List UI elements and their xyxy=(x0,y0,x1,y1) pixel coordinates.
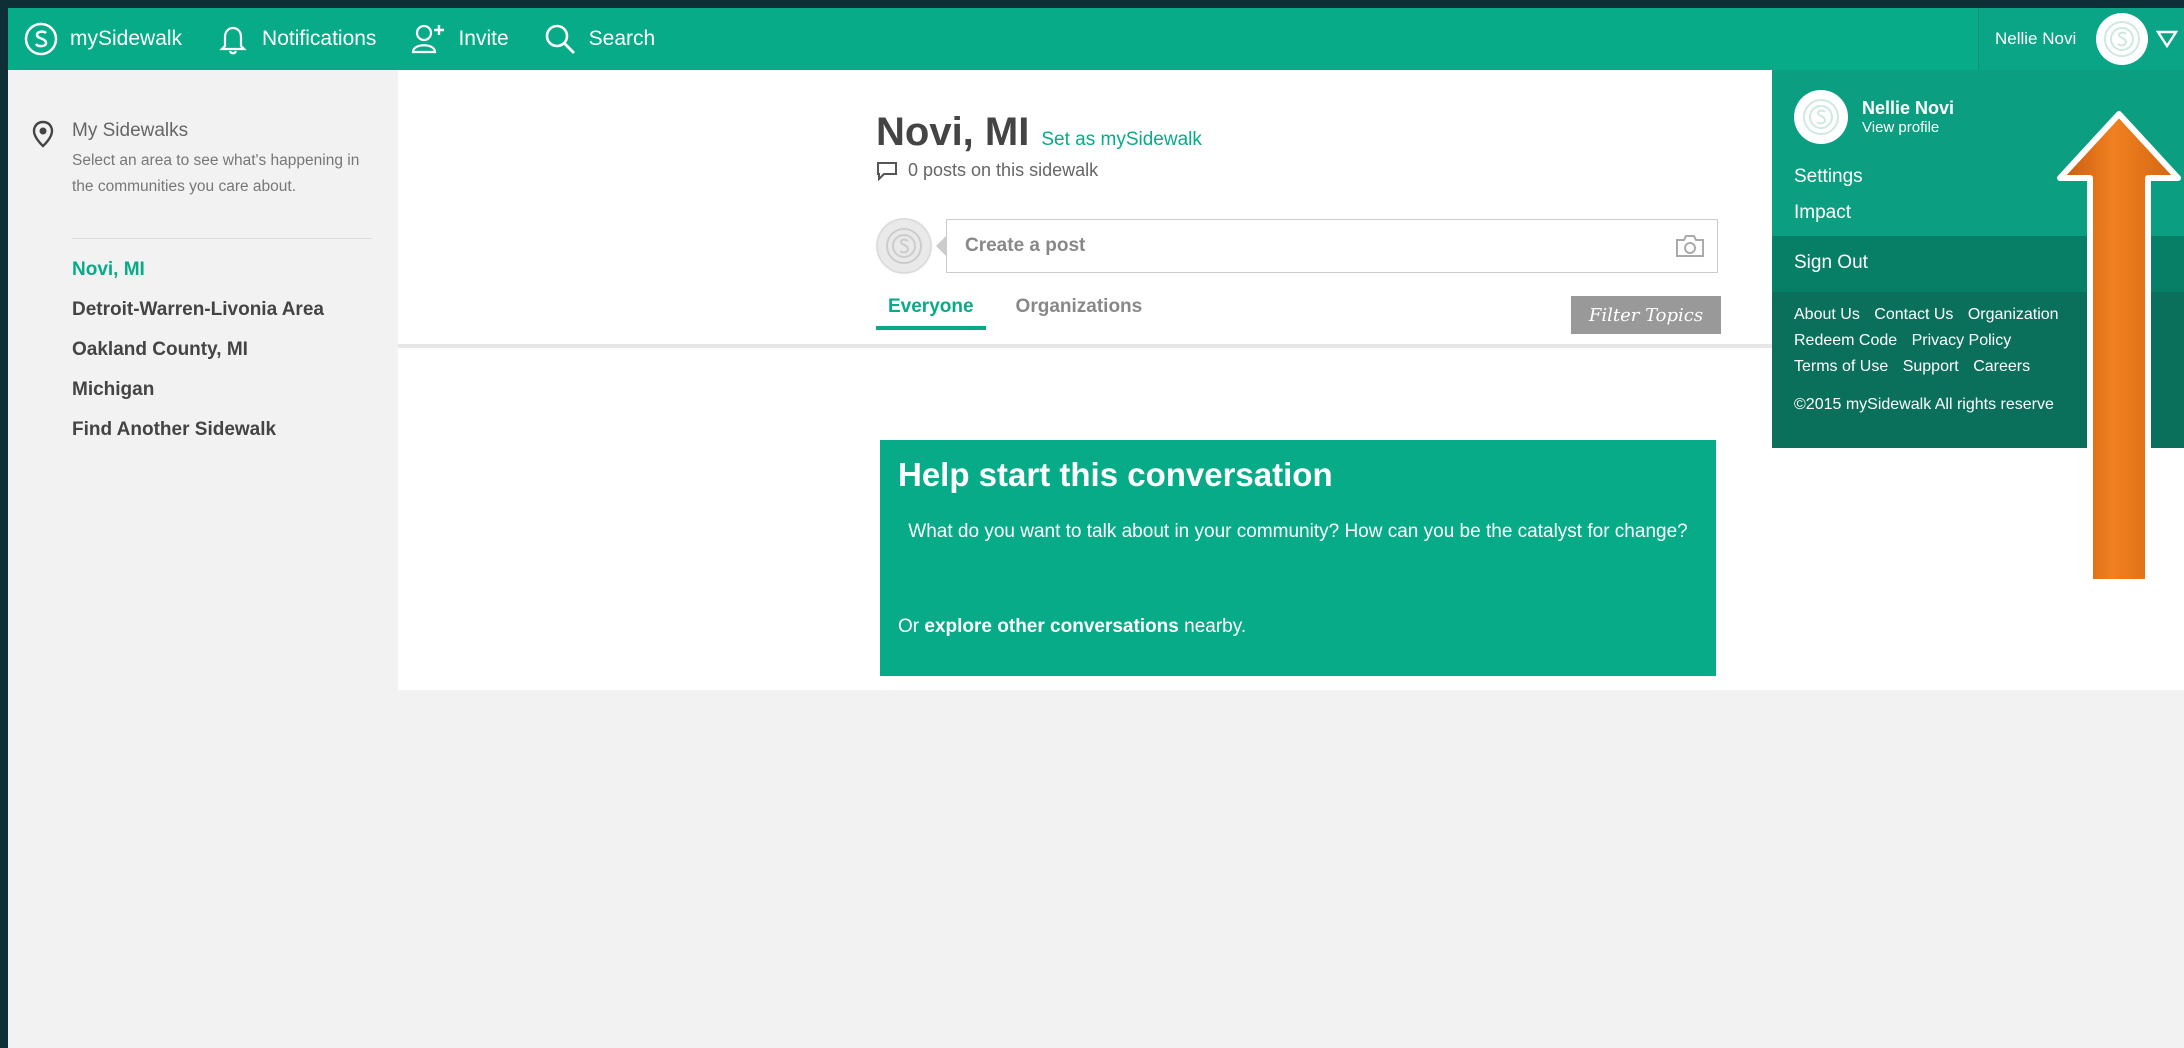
sidebar-item-oakland-county[interactable]: Oakland County, MI xyxy=(72,330,324,370)
filter-topics-button[interactable]: Filter Topics xyxy=(1571,296,1721,334)
search-icon xyxy=(545,24,575,54)
support-link[interactable]: Support xyxy=(1903,358,1959,375)
redeem-code-link[interactable]: Redeem Code xyxy=(1794,332,1897,349)
careers-link[interactable]: Careers xyxy=(1973,358,2030,375)
top-nav-bar: mySidewalk Notifications Invite Search N… xyxy=(8,8,2184,70)
location-pin-icon xyxy=(32,120,54,148)
create-post-input[interactable]: Create a post xyxy=(946,219,1718,273)
contact-us-link[interactable]: Contact Us xyxy=(1874,306,1953,323)
explore-line: Or explore other conversations nearby. xyxy=(898,616,1246,638)
composer-avatar xyxy=(876,218,932,274)
impact-link[interactable]: Impact xyxy=(1794,202,1851,224)
dropdown-profile[interactable]: Nellie Novi View profile xyxy=(1794,90,1954,144)
footer-links-row-3: Terms of Use Support Careers xyxy=(1794,358,2040,376)
tab-everyone[interactable]: Everyone xyxy=(876,290,986,330)
dropdown-user-name: Nellie Novi xyxy=(1862,98,1955,118)
title-row: Novi, MI Set as mySidewalk xyxy=(876,110,1202,155)
posts-count: 0 posts on this sidewalk xyxy=(876,160,1098,181)
orange-up-arrow-annotation xyxy=(2057,111,2181,585)
caret-down-icon[interactable] xyxy=(2156,30,2179,48)
create-post-placeholder: Create a post xyxy=(965,235,1086,256)
logo-link[interactable]: mySidewalk xyxy=(24,22,182,56)
sidebar-header: My Sidewalks Select an area to see what'… xyxy=(32,120,362,200)
app-window: mySidewalk Notifications Invite Search N… xyxy=(8,8,2184,1048)
settings-link[interactable]: Settings xyxy=(1794,166,1863,188)
avatar[interactable] xyxy=(2096,13,2149,65)
copyright: ©2015 mySidewalk All rights reserve xyxy=(1794,396,2054,413)
footer-links-row-2: Redeem Code Privacy Policy xyxy=(1794,332,2021,350)
add-user-icon xyxy=(412,24,445,54)
notifications-link[interactable]: Notifications xyxy=(216,22,376,56)
find-another-sidewalk-link[interactable]: Find Another Sidewalk xyxy=(72,410,324,450)
composer-pointer xyxy=(936,236,946,256)
comment-icon xyxy=(877,161,897,181)
search-label: Search xyxy=(588,27,656,50)
set-as-mysidewalk-link[interactable]: Set as mySidewalk xyxy=(1041,129,1202,151)
bell-icon xyxy=(219,26,247,55)
terms-of-use-link[interactable]: Terms of Use xyxy=(1794,358,1888,375)
sidebar-item-detroit-area[interactable]: Detroit-Warren-Livonia Area xyxy=(72,290,324,330)
tab-organizations[interactable]: Organizations xyxy=(1004,290,1155,330)
explore-suffix: nearby. xyxy=(1184,616,1247,637)
divider xyxy=(72,238,372,239)
invite-label: Invite xyxy=(458,27,509,50)
about-us-link[interactable]: About Us xyxy=(1794,306,1860,323)
organization-link[interactable]: Organization xyxy=(1968,306,2059,323)
page-title: Novi, MI xyxy=(876,110,1030,154)
sidebar: My Sidewalks Select an area to see what'… xyxy=(8,70,398,1048)
default-avatar-icon xyxy=(886,228,922,264)
sidebar-item-michigan[interactable]: Michigan xyxy=(72,370,324,410)
posts-count-text: 0 posts on this sidewalk xyxy=(908,160,1099,180)
sidebar-description: Select an area to see what's happening i… xyxy=(72,152,360,195)
user-name: Nellie Novi xyxy=(1995,29,2077,48)
camera-icon[interactable] xyxy=(1675,234,1705,258)
view-profile-link[interactable]: View profile xyxy=(1862,119,1954,136)
empty-state-text: What do you want to talk about in your c… xyxy=(908,521,1688,542)
sidebar-item-novi[interactable]: Novi, MI xyxy=(72,250,324,290)
default-avatar-icon xyxy=(1803,99,1839,135)
empty-state-title: Help start this conversation xyxy=(898,456,1333,493)
explore-prefix: Or xyxy=(898,616,920,637)
notifications-label: Notifications xyxy=(262,27,377,50)
invite-link[interactable]: Invite xyxy=(410,22,509,56)
footer-links-row-1: About Us Contact Us Organization xyxy=(1794,306,2069,324)
sidebar-title: My Sidewalks xyxy=(72,120,189,141)
default-avatar-icon xyxy=(2104,21,2141,57)
mysidewalk-logo-icon xyxy=(24,22,58,56)
empty-state-panel: Help start this conversation What do you… xyxy=(880,440,1716,676)
search-link[interactable]: Search xyxy=(543,22,656,56)
post-composer: Create a post xyxy=(876,218,1718,274)
feed-tabs: Everyone Organizations xyxy=(876,290,1172,330)
privacy-policy-link[interactable]: Privacy Policy xyxy=(1912,332,2012,349)
explore-conversations-link[interactable]: explore other conversations xyxy=(924,616,1178,637)
sidewalk-list: Novi, MI Detroit-Warren-Livonia Area Oak… xyxy=(72,250,324,450)
avatar xyxy=(1794,90,1848,144)
sign-out-link[interactable]: Sign Out xyxy=(1794,252,1868,274)
user-menu-toggle[interactable]: Nellie Novi xyxy=(1978,8,2184,70)
logo-label: mySidewalk xyxy=(70,27,183,50)
